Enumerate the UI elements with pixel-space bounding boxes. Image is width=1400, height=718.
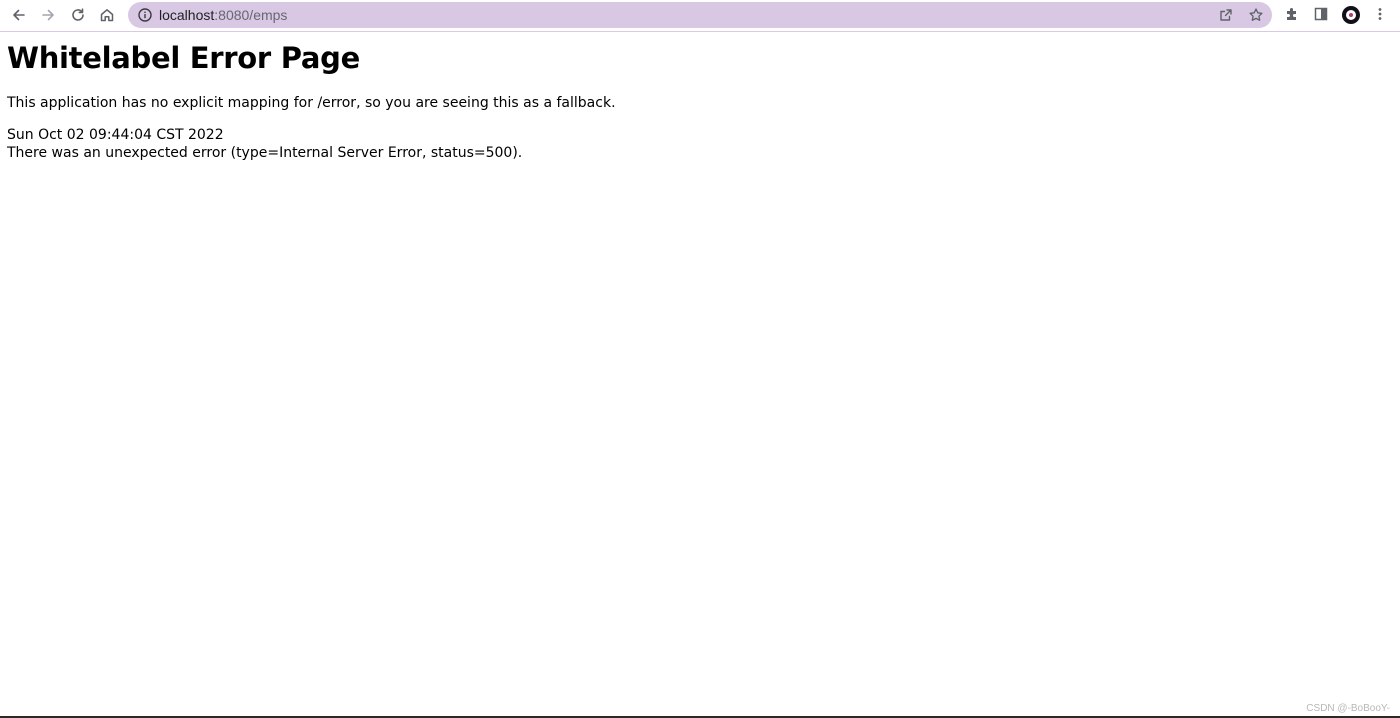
url-path: :8080/emps (214, 7, 288, 23)
browser-menu-button[interactable] (1371, 5, 1389, 23)
share-icon[interactable] (1218, 7, 1234, 23)
address-bar[interactable]: localhost:8080/emps (128, 2, 1272, 28)
error-message: There was an unexpected error (type=Inte… (7, 145, 523, 161)
home-button[interactable] (94, 2, 120, 28)
profile-avatar[interactable] (1342, 6, 1360, 24)
side-panel-icon (1314, 7, 1328, 21)
reload-icon (72, 8, 84, 21)
avatar-dot (1349, 13, 1353, 17)
extensions-button[interactable] (1283, 5, 1301, 23)
reload-button[interactable] (65, 2, 91, 28)
fallback-message: This application has no explicit mapping… (7, 95, 616, 111)
side-panel-button[interactable] (1312, 5, 1330, 23)
back-button[interactable] (6, 2, 32, 28)
url-text[interactable]: localhost:8080/emps (159, 6, 287, 24)
page-title: Whitelabel Error Page (7, 41, 360, 75)
home-icon (100, 9, 114, 22)
watermark: CSDN @-BoBooY- (1306, 703, 1390, 714)
browser-toolbar: localhost:8080/emps (0, 0, 1400, 32)
url-host: localhost (159, 7, 215, 23)
puzzle-icon (1287, 8, 1296, 20)
kebab-menu-icon (1378, 8, 1382, 20)
arrow-right-icon (42, 9, 54, 21)
star-icon[interactable] (1248, 7, 1264, 23)
arrow-left-icon (13, 9, 25, 21)
info-circle-icon[interactable] (137, 7, 153, 23)
forward-button[interactable] (35, 2, 61, 28)
error-timestamp: Sun Oct 02 09:44:04 CST 2022 (7, 127, 224, 143)
